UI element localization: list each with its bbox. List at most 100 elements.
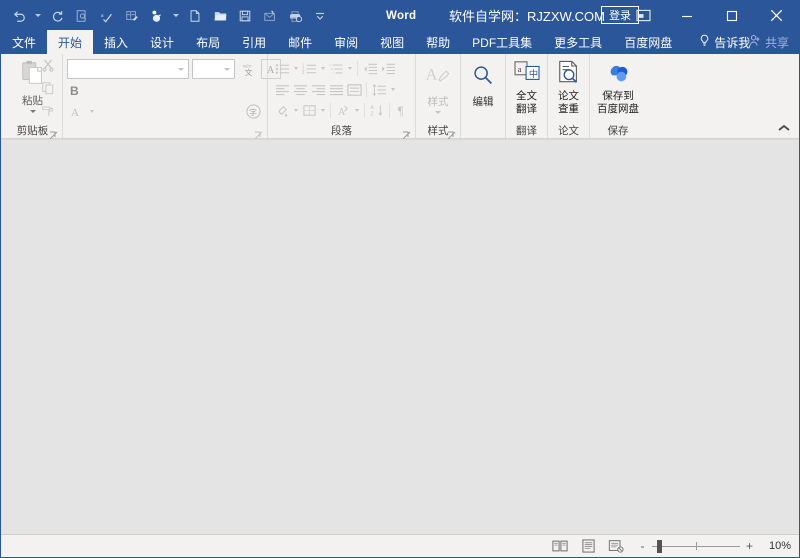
svg-text:Z: Z: [370, 112, 373, 118]
text-highlight-icon[interactable]: A: [67, 102, 87, 122]
customize-qat-icon[interactable]: [308, 4, 332, 27]
styles-dropdown-icon[interactable]: [435, 111, 441, 114]
tab-help[interactable]: 帮助: [415, 30, 461, 54]
tab-pdf-tools[interactable]: PDF工具集: [461, 30, 543, 54]
document-canvas[interactable]: [1, 139, 799, 534]
font-size-dropdown-icon[interactable]: [224, 67, 230, 71]
decrease-indent-icon[interactable]: [361, 59, 379, 78]
justify-icon[interactable]: [327, 80, 345, 99]
collapse-ribbon-icon[interactable]: [777, 120, 791, 134]
tab-mailings[interactable]: 邮件: [277, 30, 323, 54]
increase-indent-icon[interactable]: [379, 59, 397, 78]
align-center-icon[interactable]: [291, 80, 309, 99]
shading-icon[interactable]: [273, 101, 291, 120]
group-save-netdisk-label: 保存: [607, 125, 629, 137]
tab-more-tools[interactable]: 更多工具: [543, 30, 613, 54]
styles-label: 样式: [427, 96, 449, 108]
editing-button[interactable]: 编辑: [470, 62, 496, 109]
maximize-button[interactable]: [709, 1, 754, 30]
ribbon-display-options-button[interactable]: [622, 1, 664, 30]
tab-baidu-netdisk[interactable]: 百度网盘: [613, 30, 683, 54]
open-folder-icon[interactable]: [208, 4, 232, 27]
save-to-baidu-netdisk-button[interactable]: 保存到 百度网盘: [597, 60, 639, 115]
tab-insert[interactable]: 插入: [93, 30, 139, 54]
tab-review[interactable]: 审阅: [323, 30, 369, 54]
bullet-list-dropdown-icon[interactable]: [291, 59, 300, 78]
web-layout-button[interactable]: [604, 537, 628, 556]
undo-icon[interactable]: [7, 4, 31, 27]
show-formatting-marks-icon[interactable]: ¶: [393, 101, 411, 120]
align-left-icon[interactable]: [273, 80, 291, 99]
text-highlight-dropdown-icon[interactable]: [87, 102, 96, 121]
touch-mode-icon[interactable]: [145, 4, 169, 27]
clipboard-dialog-launcher-icon[interactable]: [49, 127, 58, 140]
borders-dropdown-icon[interactable]: [318, 101, 327, 120]
multilevel-list-icon[interactable]: 1ai: [327, 59, 345, 78]
zoom-slider-thumb[interactable]: [657, 539, 662, 553]
undo-dropdown-icon[interactable]: [32, 4, 44, 27]
new-document-icon[interactable]: [183, 4, 207, 27]
minimize-button[interactable]: [664, 1, 709, 30]
font-name-dropdown-icon[interactable]: [178, 67, 184, 71]
svg-text:A: A: [337, 107, 345, 118]
share-button[interactable]: 共享: [749, 30, 789, 54]
paragraph-dialog-launcher-icon[interactable]: [402, 127, 411, 140]
group-paper-label: 论文: [558, 125, 579, 137]
styles-dialog-launcher-icon[interactable]: [447, 127, 456, 140]
print-preview-icon[interactable]: [70, 4, 94, 27]
print-layout-button[interactable]: [576, 537, 600, 556]
format-painter-icon[interactable]: [41, 104, 55, 123]
close-button[interactable]: [754, 1, 799, 30]
copy-icon[interactable]: [41, 81, 55, 100]
distribute-icon[interactable]: [345, 80, 363, 99]
enclose-character-icon[interactable]: 字: [243, 102, 263, 122]
tab-layout[interactable]: 布局: [185, 30, 231, 54]
zoom-in-button[interactable]: +: [745, 539, 754, 553]
bold-button[interactable]: B: [67, 84, 79, 98]
numbered-list-dropdown-icon[interactable]: [318, 59, 327, 78]
sort-icon[interactable]: AZ: [368, 101, 386, 120]
read-mode-button[interactable]: [548, 537, 572, 556]
draw-table-icon[interactable]: [120, 4, 144, 27]
paste-dropdown-icon[interactable]: [29, 110, 36, 113]
lightbulb-icon: [699, 34, 710, 50]
font-name-input[interactable]: [67, 59, 189, 79]
quick-access-toolbar: a: [1, 4, 332, 27]
paragraph-row-3: A AZ ¶: [273, 100, 411, 121]
full-text-translate-button[interactable]: a 中 全文 翻译: [513, 60, 540, 115]
tab-file[interactable]: 文件: [1, 30, 47, 54]
borders-icon[interactable]: [300, 101, 318, 120]
redo-icon[interactable]: [45, 4, 69, 27]
zoom-slider[interactable]: [652, 537, 740, 556]
font-size-input[interactable]: [192, 59, 235, 79]
shading-dropdown-icon[interactable]: [291, 101, 300, 120]
phonetic-guide-icon[interactable]: wén 文: [238, 59, 258, 79]
align-right-icon[interactable]: [309, 80, 327, 99]
quick-print-icon[interactable]: [283, 4, 307, 27]
styles-button[interactable]: A 样式: [425, 62, 451, 114]
spelling-check-icon[interactable]: a: [95, 4, 119, 27]
window-controls: [622, 1, 799, 30]
asian-layout-icon[interactable]: A: [334, 101, 352, 120]
asian-layout-dropdown-icon[interactable]: [352, 101, 361, 120]
bullet-list-icon[interactable]: [273, 59, 291, 78]
tab-references[interactable]: 引用: [231, 30, 277, 54]
numbered-list-icon[interactable]: 123: [300, 59, 318, 78]
line-spacing-dropdown-icon[interactable]: [388, 80, 397, 99]
zoom-out-button[interactable]: -: [638, 539, 647, 553]
cut-icon[interactable]: [41, 58, 55, 77]
multilevel-list-dropdown-icon[interactable]: [345, 59, 354, 78]
font-dialog-launcher-icon[interactable]: [254, 127, 263, 140]
save-netdisk-line1: 保存到: [602, 90, 634, 102]
zoom-level-label[interactable]: 10%: [759, 540, 791, 552]
save-icon[interactable]: [233, 4, 257, 27]
touch-mode-dropdown-icon[interactable]: [170, 4, 182, 27]
tab-view[interactable]: 视图: [369, 30, 415, 54]
email-attach-icon[interactable]: [258, 4, 282, 27]
tab-design[interactable]: 设计: [139, 30, 185, 54]
tab-home[interactable]: 开始: [47, 30, 94, 54]
paper-plagiarism-check-button[interactable]: 论文 查重: [556, 60, 582, 115]
svg-text:A: A: [71, 107, 79, 119]
font-controls-row-3: A 字: [67, 101, 263, 122]
line-spacing-icon[interactable]: [370, 80, 388, 99]
